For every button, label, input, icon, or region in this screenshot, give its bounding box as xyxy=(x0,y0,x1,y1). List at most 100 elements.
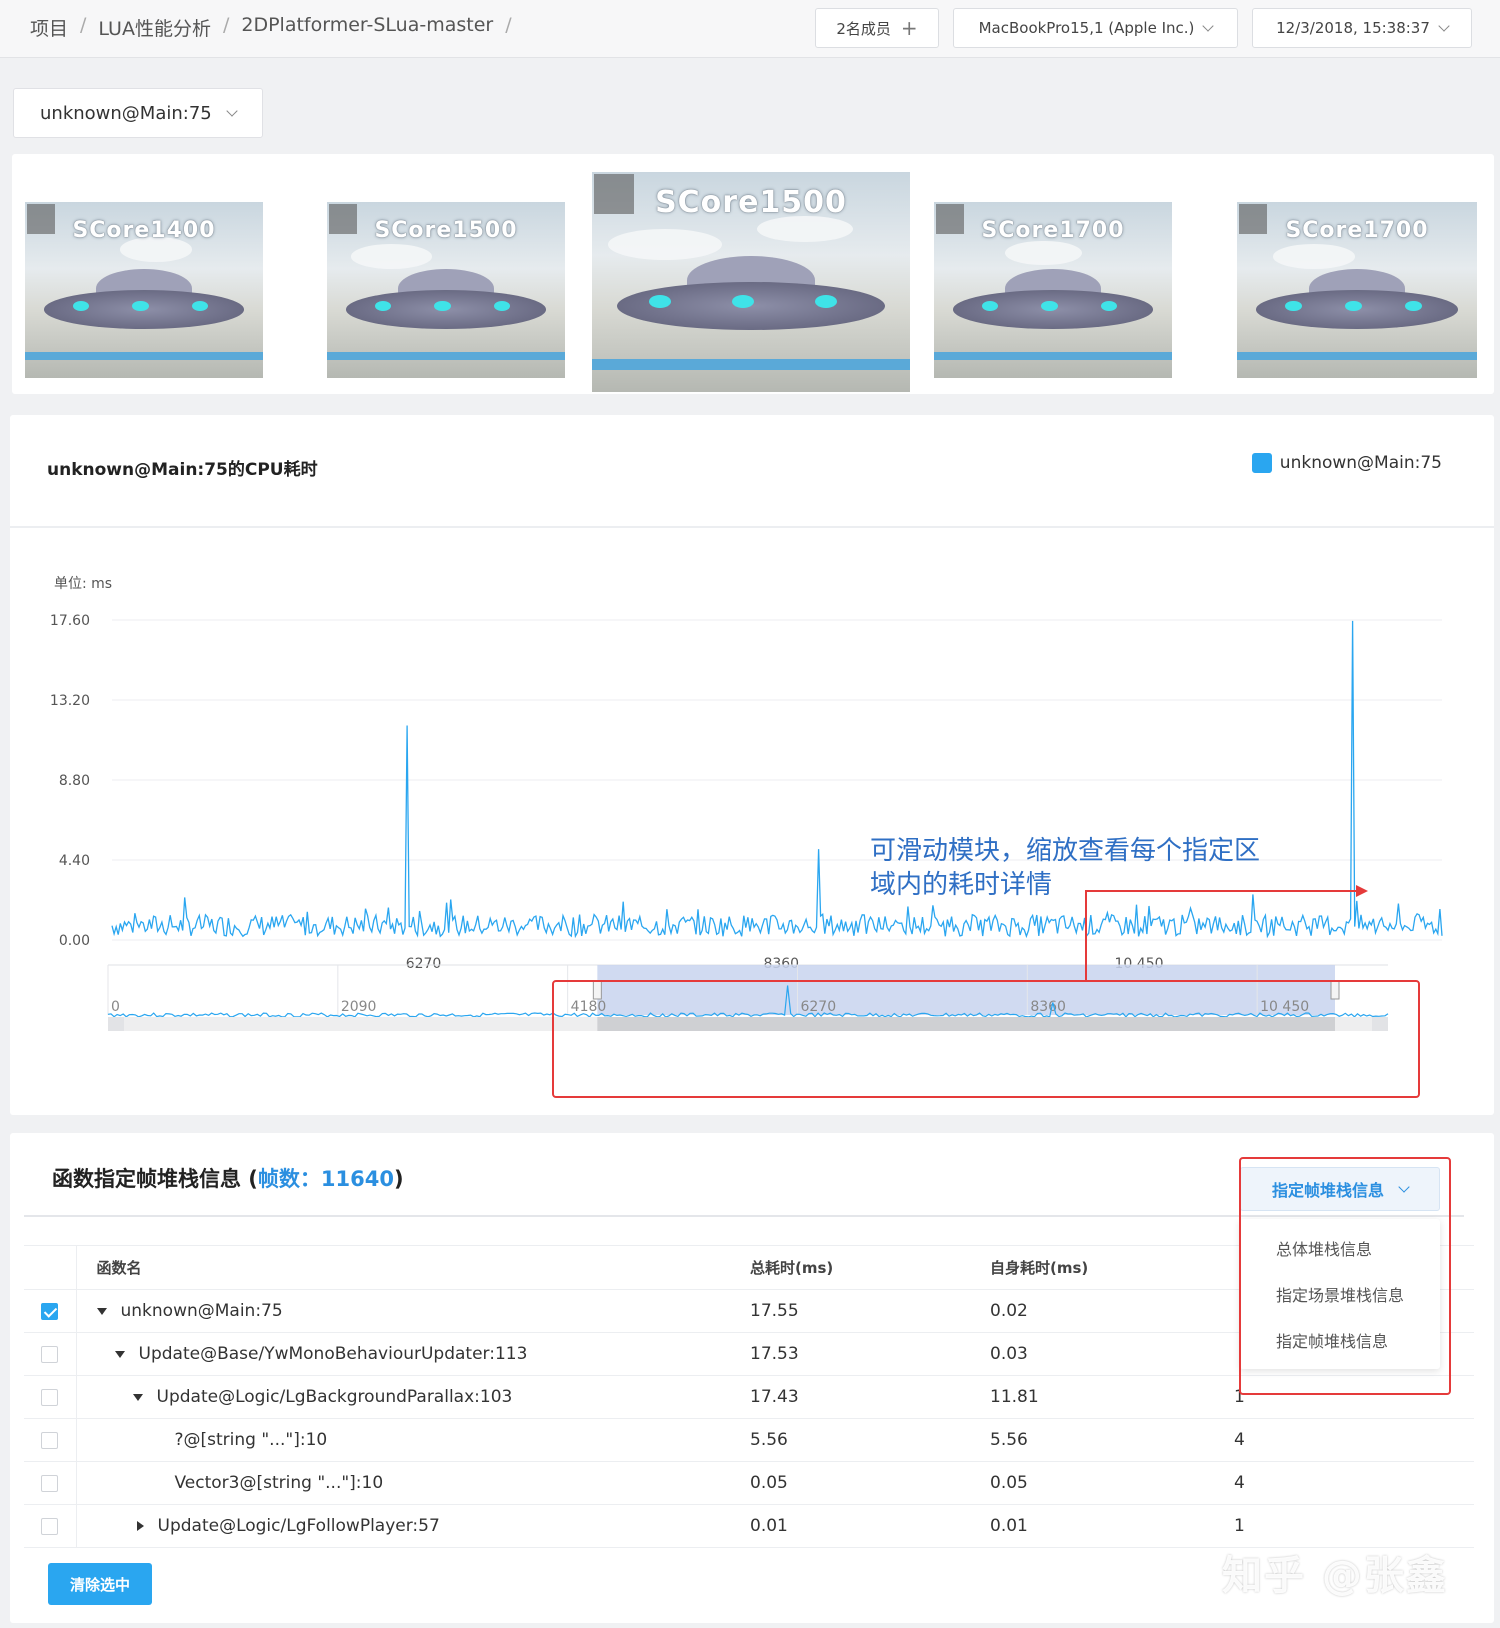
navigator-tick-label: 2090 xyxy=(341,999,377,1015)
table-row[interactable]: ?@[string "..."]:10 5.56 5.56 4 xyxy=(24,1418,1474,1462)
total-cell: 0.05 xyxy=(732,1461,972,1505)
self-cell: 11.81 xyxy=(972,1375,1212,1419)
breadcrumb-separator: / xyxy=(80,14,87,36)
caret-right-icon[interactable] xyxy=(136,1521,144,1531)
breadcrumb-item-app[interactable]: 2DPlatformer-SLua-master xyxy=(241,14,493,41)
column-header-self[interactable]: 自身耗时(ms) xyxy=(972,1245,1212,1290)
score-label: SCore1700 xyxy=(1285,217,1429,243)
function-cell: Update@Logic/LgBackgroundParallax:103 xyxy=(76,1375,732,1419)
chevron-down-icon xyxy=(226,105,238,117)
navigator-handle[interactable] xyxy=(592,980,602,1000)
members-button[interactable]: 2名成员 + xyxy=(815,8,939,48)
menu-item-overall-stack[interactable]: 总体堆栈信息 xyxy=(1240,1227,1440,1273)
datetime-select[interactable]: 12/3/2018, 15:38:37 xyxy=(1252,8,1472,48)
frames-count: 11640 xyxy=(320,1167,394,1191)
y-tick-label: 0.00 xyxy=(59,933,90,949)
column-header-function[interactable]: 函数名 xyxy=(76,1245,732,1290)
cpu-chart-card: unknown@Main:75的CPU耗时 unknown@Main:75 单位… xyxy=(10,415,1494,1115)
frames-label: 帧数： xyxy=(257,1167,321,1191)
screenshot-thumbnail[interactable]: SCore1700 xyxy=(1237,202,1477,378)
navigator-tick-label: 8360 xyxy=(1030,999,1066,1015)
total-cell: 0.01 xyxy=(732,1504,972,1548)
function-cell: ?@[string "..."]:10 xyxy=(76,1418,732,1462)
score-label: SCore1400 xyxy=(72,217,216,243)
table-row[interactable]: Update@Logic/LgBackgroundParallax:103 17… xyxy=(24,1375,1474,1419)
row-checkbox[interactable] xyxy=(41,1345,59,1363)
device-select[interactable]: MacBookPro15,1 (Apple Inc.) xyxy=(953,8,1238,48)
function-name: Vector3@[string "..."]:10 xyxy=(174,1473,384,1493)
breadcrumb-separator: / xyxy=(222,14,230,36)
total-cell: 17.53 xyxy=(732,1332,972,1376)
calls-cell: 4 xyxy=(1212,1418,1474,1462)
members-label: 2名成员 xyxy=(836,19,891,38)
row-checkbox[interactable] xyxy=(41,1517,59,1535)
self-cell: 0.01 xyxy=(972,1504,1212,1548)
row-checkbox-cell xyxy=(24,1332,77,1376)
stack-view-select[interactable]: 指定帧堆栈信息 xyxy=(1240,1167,1440,1211)
caret-down-icon[interactable] xyxy=(132,1393,143,1401)
breadcrumb-item-project[interactable]: 项目 xyxy=(30,14,68,41)
function-name: Update@Base/YwMonoBehaviourUpdater:113 xyxy=(138,1344,528,1364)
self-cell: 0.03 xyxy=(972,1332,1212,1376)
stack-view-menu: 总体堆栈信息 指定场景堆栈信息 指定帧堆栈信息 xyxy=(1240,1219,1440,1369)
row-checkbox[interactable] xyxy=(41,1302,59,1320)
row-checkbox-cell xyxy=(24,1418,77,1462)
caret-down-icon[interactable] xyxy=(114,1350,125,1358)
stack-title: 函数指定帧堆栈信息 (帧数：11640) xyxy=(52,1163,404,1193)
function-name: unknown@Main:75 xyxy=(120,1301,283,1321)
annotation-text: 可滑动模块，缩放查看每个指定区 域内的耗时详情 xyxy=(870,834,1330,902)
row-checkbox[interactable] xyxy=(41,1388,59,1406)
device-label: MacBookPro15,1 (Apple Inc.) xyxy=(978,19,1195,37)
function-cell: Update@Logic/LgFollowPlayer:57 xyxy=(76,1504,732,1548)
scrollbar-thumb[interactable] xyxy=(597,1017,1335,1031)
total-cell: 5.56 xyxy=(732,1418,972,1462)
row-checkbox-cell xyxy=(24,1461,77,1505)
screenshot-thumbnail[interactable]: SCore1500 xyxy=(327,202,565,378)
chevron-down-icon xyxy=(1202,20,1215,32)
scrollbar-right-button[interactable] xyxy=(1372,1017,1388,1031)
clear-selection-button[interactable]: 清除选中 xyxy=(48,1563,152,1605)
stack-title-close: ) xyxy=(393,1167,404,1191)
chevron-down-icon xyxy=(1398,1181,1410,1193)
caret-down-icon[interactable] xyxy=(96,1307,107,1315)
thread-select[interactable]: unknown@Main:75 xyxy=(13,88,263,138)
screenshot-thumbnail-selected[interactable]: SCore1500 xyxy=(592,172,910,392)
row-checkbox-cell xyxy=(24,1375,77,1419)
cpu-line-chart[interactable]: 0.00 4.40 8.80 13.20 17.60 6270 8360 10 450 0 209… xyxy=(10,415,1494,1115)
screenshot-thumbnail[interactable]: SCore1400 xyxy=(25,202,263,378)
navigator-selection[interactable] xyxy=(597,965,1335,1015)
score-label: SCore1500 xyxy=(374,217,518,243)
table-row[interactable]: Vector3@[string "..."]:10 0.05 0.05 4 xyxy=(24,1461,1474,1505)
datetime-label: 12/3/2018, 15:38:37 xyxy=(1276,19,1430,37)
y-tick-label: 17.60 xyxy=(50,613,90,629)
breadcrumb: 项目 / LUA性能分析 / 2DPlatformer-SLua-master … xyxy=(30,14,512,41)
navigator-handle[interactable] xyxy=(1330,980,1340,1000)
watermark: 知乎 @张鑫 xyxy=(1222,1553,1448,1599)
breadcrumb-separator: / xyxy=(505,14,512,36)
function-name: Update@Logic/LgFollowPlayer:57 xyxy=(157,1516,440,1536)
header-checkbox-cell xyxy=(24,1245,77,1290)
x-tick-label: 6270 xyxy=(406,956,442,972)
annotation-line: 域内的耗时详情 xyxy=(870,870,1053,900)
screenshot-thumbnail[interactable]: SCore1700 xyxy=(934,202,1172,378)
thread-select-value: unknown@Main:75 xyxy=(40,102,212,124)
plus-icon: + xyxy=(900,16,918,40)
column-header-total[interactable]: 总耗时(ms) xyxy=(732,1245,972,1290)
annotation-arrow-head xyxy=(1356,885,1368,897)
calls-cell: 1 xyxy=(1212,1375,1474,1419)
total-cell: 17.43 xyxy=(732,1375,972,1419)
screenshot-strip: SCore1400 SCore1500 SCore1500 SCore1700 … xyxy=(12,154,1494,394)
row-checkbox[interactable] xyxy=(41,1431,59,1449)
score-label: SCore1700 xyxy=(981,217,1125,243)
menu-item-frame-stack[interactable]: 指定帧堆栈信息 xyxy=(1240,1319,1440,1365)
y-tick-label: 13.20 xyxy=(50,693,90,709)
function-cell: unknown@Main:75 xyxy=(76,1289,732,1333)
menu-item-scene-stack[interactable]: 指定场景堆栈信息 xyxy=(1240,1273,1440,1319)
annotation-line: 可滑动模块，缩放查看每个指定区 xyxy=(870,836,1261,866)
scrollbar-left-button[interactable] xyxy=(108,1017,124,1031)
chevron-down-icon xyxy=(1438,20,1450,32)
table-row[interactable]: Update@Logic/LgFollowPlayer:57 0.01 0.01… xyxy=(24,1504,1474,1548)
breadcrumb-item-lua-analysis[interactable]: LUA性能分析 xyxy=(98,14,211,41)
score-label: SCore1500 xyxy=(655,185,847,221)
row-checkbox[interactable] xyxy=(41,1474,59,1492)
